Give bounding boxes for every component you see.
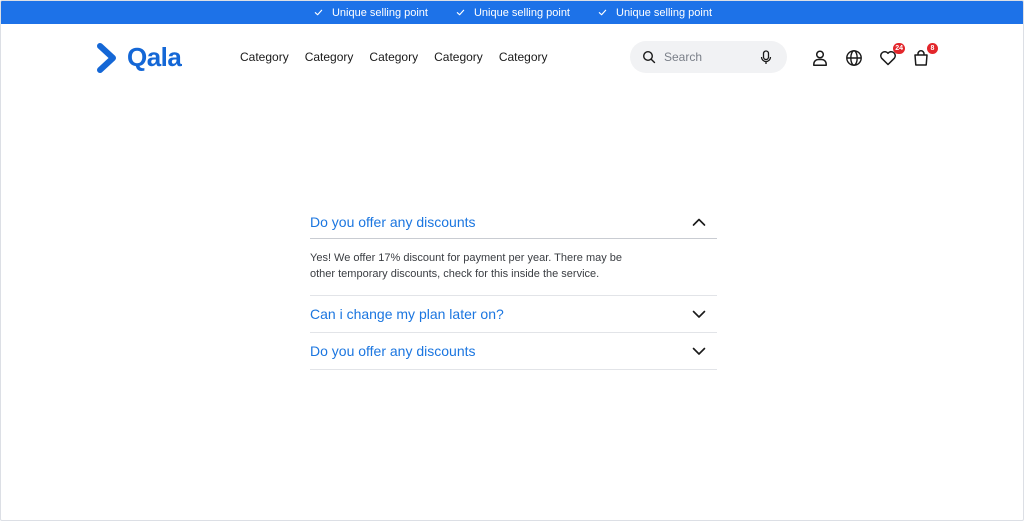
language-button[interactable] xyxy=(845,49,863,67)
nav-category-link[interactable]: Category xyxy=(369,50,418,64)
check-icon xyxy=(598,9,607,16)
faq-question-toggle[interactable]: Do you offer any discounts xyxy=(310,205,717,239)
wishlist-button[interactable]: 24 xyxy=(879,43,905,67)
usp-label: Unique selling point xyxy=(331,6,428,19)
faq-accordion: Do you offer any discounts Yes! We offer… xyxy=(310,205,717,370)
logo-text: Qala xyxy=(127,42,182,72)
usp-item: Unique selling point xyxy=(456,7,570,19)
cart-button[interactable]: 8 xyxy=(912,43,938,67)
chevron-logo-icon xyxy=(97,42,116,73)
faq-item: Do you offer any discounts xyxy=(310,333,717,370)
microphone-icon[interactable] xyxy=(759,49,773,65)
page-frame: Unique selling point Unique selling poin… xyxy=(0,0,1024,521)
check-icon xyxy=(456,9,465,16)
faq-question-toggle[interactable]: Do you offer any discounts xyxy=(310,333,717,369)
usp-item: Unique selling point xyxy=(598,7,712,19)
faq-question-toggle[interactable]: Can i change my plan later on? xyxy=(310,296,717,332)
faq-question: Do you offer any discounts xyxy=(310,343,476,359)
usp-bar: Unique selling point Unique selling poin… xyxy=(1,1,1023,24)
faq-item: Do you offer any discounts Yes! We offer… xyxy=(310,205,717,296)
search-icon xyxy=(642,50,656,64)
nav-category-link[interactable]: Category xyxy=(240,50,289,64)
search-input[interactable] xyxy=(664,50,759,64)
search-bar xyxy=(630,41,787,73)
account-button[interactable] xyxy=(811,49,829,67)
faq-question: Do you offer any discounts xyxy=(310,213,476,230)
nav-category-link[interactable]: Category xyxy=(499,50,548,64)
usp-item: Unique selling point xyxy=(314,7,428,19)
check-icon xyxy=(314,9,323,16)
globe-icon xyxy=(846,50,862,66)
user-icon xyxy=(813,50,827,66)
faq-answer: Yes! We offer 17% discount for payment p… xyxy=(310,252,623,280)
nav-category-link[interactable]: Category xyxy=(305,50,354,64)
cart-count-badge: 8 xyxy=(927,43,938,54)
usp-label: Unique selling point xyxy=(473,6,570,19)
nav-category-link[interactable]: Category xyxy=(434,50,483,64)
chevron-up-icon xyxy=(692,218,706,226)
logo[interactable]: Qala xyxy=(96,42,182,73)
chevron-down-icon xyxy=(692,310,706,318)
main-nav: Category Category Category Category Cate… xyxy=(240,50,548,64)
faq-item: Can i change my plan later on? xyxy=(310,296,717,333)
wishlist-count-badge: 24 xyxy=(893,43,905,54)
faq-question: Can i change my plan later on? xyxy=(310,306,504,322)
usp-label: Unique selling point xyxy=(616,6,713,19)
chevron-down-icon xyxy=(692,347,706,355)
site-header: Qala Category Category Category Category… xyxy=(1,24,1023,90)
